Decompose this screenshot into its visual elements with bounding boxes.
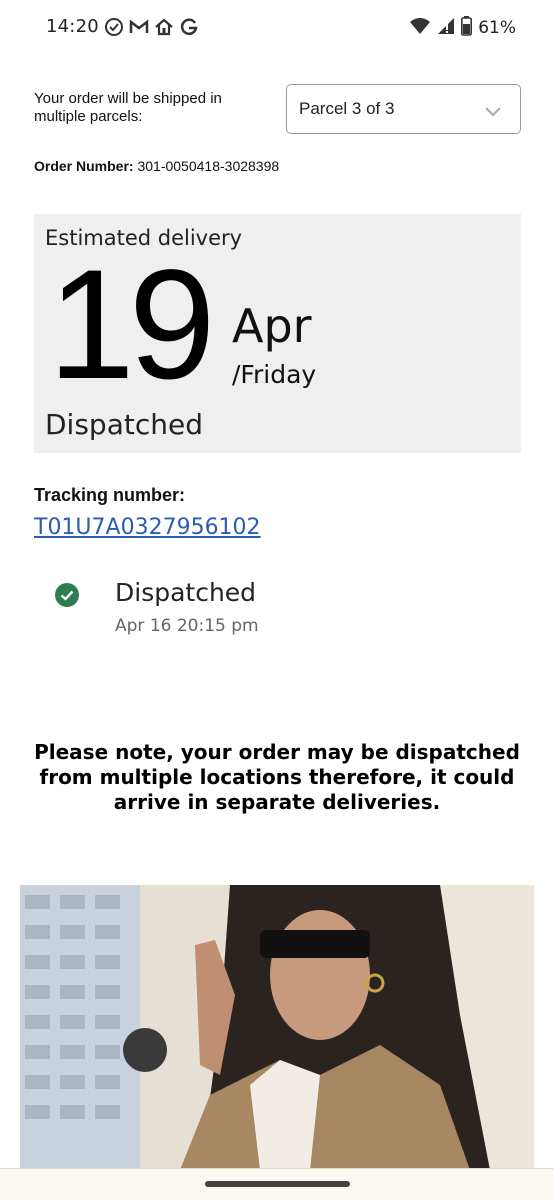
order-number: Order Number: 301-0050418-3028398	[34, 158, 279, 174]
system-status: 61%	[409, 16, 516, 40]
status-bar: 14:20 61%	[0, 0, 554, 56]
delivery-card: Estimated delivery 19 Apr /Friday Dispat…	[34, 214, 521, 453]
gmail-icon	[129, 17, 149, 37]
navigation-bar	[0, 1168, 554, 1200]
notification-icons	[104, 17, 199, 37]
parcel-select[interactable]: Parcel 3 of 3	[286, 84, 521, 134]
tracking-number-link[interactable]: T01U7A0327956102	[34, 515, 261, 540]
parcel-select-value: Parcel 3 of 3	[299, 99, 395, 118]
event-title: Dispatched	[115, 578, 257, 607]
tracking-label: Tracking number:	[34, 485, 186, 505]
promo-banner-image[interactable]	[20, 885, 534, 1170]
dispatch-notice: Please note, your order may be dispatche…	[34, 740, 520, 814]
battery-icon	[461, 16, 473, 40]
delivery-status: Dispatched	[45, 408, 203, 441]
delivery-weekday: /Friday	[232, 360, 317, 389]
check-circle-icon	[55, 583, 79, 607]
status-time: 14:20	[46, 16, 99, 37]
event-time: Apr 16 20:15 pm	[115, 616, 259, 636]
battery-percent: 61%	[478, 18, 516, 38]
order-number-label: Order Number:	[34, 158, 134, 174]
shipping-note: Your order will be shipped in multiple p…	[34, 90, 222, 125]
check-circle-icon	[104, 17, 124, 37]
delivery-day: 19	[48, 238, 216, 412]
delivery-month: Apr	[232, 299, 312, 353]
wifi-icon	[409, 17, 431, 39]
chevron-down-icon	[484, 103, 502, 117]
order-number-value: 301-0050418-3028398	[137, 158, 280, 174]
home-gesture-handle[interactable]	[205, 1181, 350, 1187]
signal-icon	[437, 17, 455, 39]
google-icon	[179, 17, 199, 37]
home-icon	[154, 17, 174, 37]
